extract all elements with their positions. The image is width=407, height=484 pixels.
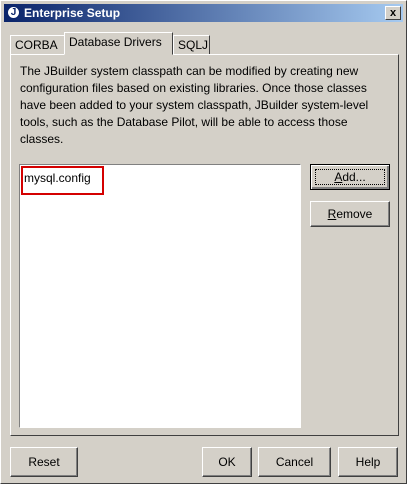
title-bar[interactable]: J Enterprise Setup x — [4, 4, 403, 22]
help-button[interactable]: Help — [338, 447, 398, 477]
tab-database-drivers[interactable]: Database Drivers — [64, 32, 173, 55]
config-file-list[interactable]: mysql.config — [19, 164, 301, 428]
reset-button[interactable]: Reset — [10, 447, 78, 477]
add-button-label: dd... — [342, 170, 366, 184]
classpath-description: The JBuilder system classpath can be mod… — [20, 64, 369, 146]
remove-mnemonic: R — [327, 207, 337, 221]
remove-button-label: emove — [336, 207, 373, 221]
database-drivers-panel: The JBuilder system classpath can be mod… — [10, 54, 399, 436]
list-item[interactable]: mysql.config — [21, 166, 104, 195]
enterprise-setup-dialog: J Enterprise Setup x CORBA Database Driv… — [0, 0, 407, 484]
ok-button[interactable]: OK — [202, 447, 252, 477]
close-button[interactable]: x — [385, 6, 401, 20]
tab-sqlj[interactable]: SQLJ — [173, 35, 210, 55]
jbuilder-icon: J — [7, 6, 20, 19]
remove-button[interactable]: Remove — [310, 201, 390, 227]
cancel-button[interactable]: Cancel — [258, 447, 331, 477]
window-title: Enterprise Setup — [24, 6, 121, 20]
add-button[interactable]: Add... — [310, 164, 390, 190]
tab-corba[interactable]: CORBA — [10, 35, 67, 55]
